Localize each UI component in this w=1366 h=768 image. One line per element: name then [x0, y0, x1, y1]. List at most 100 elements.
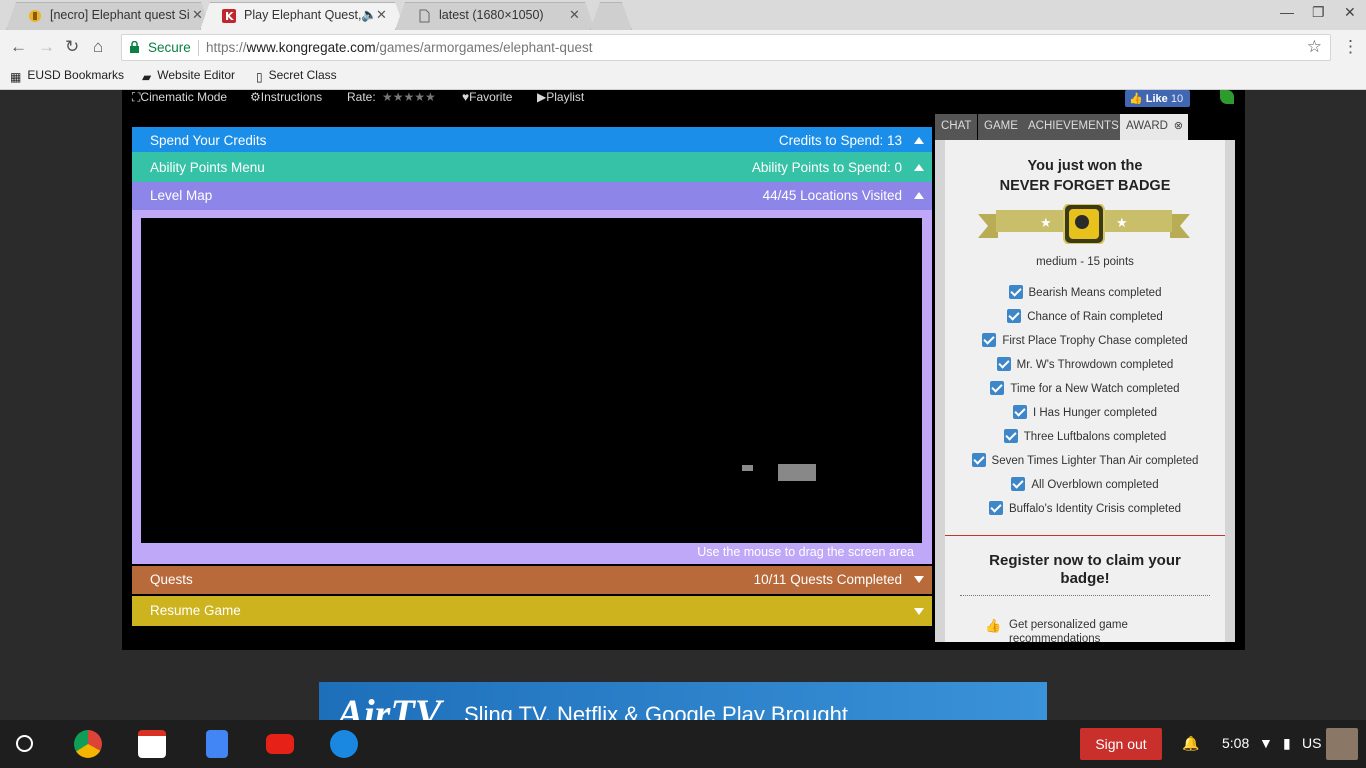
achievement-item: All Overblown completed: [945, 477, 1225, 491]
advertisement-banner[interactable]: AirTV Sling TV, Netflix & Google Play Br…: [319, 682, 1047, 720]
new-tab-button[interactable]: [590, 2, 632, 30]
cinematic-mode-link[interactable]: ⛶ Cinematic Mode: [132, 90, 227, 105]
address-bar[interactable]: Secure https://www.kongregate.com/games/…: [121, 34, 1331, 61]
battery-icon[interactable]: ▮: [1283, 735, 1291, 752]
rate-label: Rate:: [347, 90, 376, 104]
chrome-icon[interactable]: [74, 730, 102, 758]
bookmark-star-icon[interactable]: ☆: [1307, 37, 1322, 57]
quests-label: Quests: [150, 572, 193, 587]
favorite-link[interactable]: ♥ Favorite: [462, 90, 512, 104]
achievement-item: Three Luftbalons completed: [945, 429, 1225, 443]
side-panel: You just won the NEVER FORGET BADGE ★ ★ m…: [935, 140, 1235, 642]
checkbox-checked-icon: [1012, 405, 1027, 419]
tab-achievements[interactable]: ACHIEVEMENTS: [1022, 114, 1125, 140]
document-icon: [419, 9, 430, 23]
kongregate-leaf-icon: [1220, 90, 1234, 104]
expand-arrow-icon[interactable]: [914, 576, 924, 583]
ad-text: Sling TV, Netflix & Google Play Brought: [464, 702, 848, 720]
bookmark-eusd[interactable]: ▦ EUSD Bookmarks: [10, 68, 124, 84]
instructions-link[interactable]: ⚙ Instructions: [250, 90, 322, 104]
thumbs-up-icon: 👍: [985, 618, 1002, 633]
security-label: Secure: [148, 40, 191, 55]
bookmark-website-editor[interactable]: ▰ Website Editor: [142, 68, 235, 84]
map-section: Level Map 44/45 Locations Visited Use th…: [132, 182, 932, 564]
badge-ribbon-icon: ★ ★: [978, 204, 1190, 244]
tab-chat[interactable]: CHAT: [935, 114, 978, 140]
browser-tab-2[interactable]: K Play Elephant Quest, 🔈 ✕: [200, 2, 405, 30]
map-location-marker: [742, 465, 753, 471]
clock[interactable]: 5:08: [1222, 735, 1249, 751]
map-header[interactable]: Level Map 44/45 Locations Visited: [132, 182, 932, 210]
os-shelf: Sign out 🔔 5:08 ▼ ▮ US: [0, 720, 1366, 768]
achievement-item: Seven Times Lighter Than Air completed: [945, 453, 1225, 467]
checkbox-checked-icon: [1007, 309, 1022, 323]
folder-icon: ▰: [142, 70, 152, 84]
collapse-arrow-icon[interactable]: [914, 164, 924, 171]
map-label: Level Map: [150, 188, 213, 203]
avatar[interactable]: [1326, 728, 1358, 760]
award-panel: You just won the NEVER FORGET BADGE ★ ★ m…: [945, 140, 1225, 642]
svg-text:★: ★: [1116, 215, 1128, 230]
achievement-item: I Has Hunger completed: [945, 405, 1225, 419]
rating-stars[interactable]: ★★★★★: [382, 90, 436, 104]
notification-bell-icon[interactable]: 🔔: [1182, 735, 1199, 752]
checkbox-checked-icon: [988, 501, 1003, 515]
back-icon[interactable]: ←: [10, 37, 27, 57]
credits-label: Spend Your Credits: [150, 133, 267, 148]
speaker-icon[interactable]: 🔈: [361, 7, 377, 23]
checkbox-checked-icon: [982, 333, 997, 347]
close-tab-icon[interactable]: ✕: [569, 7, 580, 23]
credits-bar[interactable]: Spend Your Credits Credits to Spend: 13: [132, 127, 932, 152]
gmail-icon[interactable]: [138, 730, 166, 758]
close-window-icon[interactable]: ✕: [1344, 4, 1356, 21]
checkbox-checked-icon: [1008, 285, 1023, 299]
checkbox-checked-icon: [1011, 477, 1026, 491]
browser-tab-3[interactable]: latest (1680×1050) ✕: [395, 2, 595, 30]
award-title: You just won the NEVER FORGET BADGE: [999, 158, 1171, 194]
resume-bar[interactable]: Resume Game: [132, 596, 932, 626]
achievement-item: Chance of Rain completed: [945, 309, 1225, 323]
menu-icon[interactable]: ⋮: [1342, 37, 1359, 57]
youtube-icon[interactable]: [266, 734, 294, 754]
quests-bar[interactable]: Quests 10/11 Quests Completed: [132, 566, 932, 594]
collapse-arrow-icon[interactable]: [914, 192, 924, 199]
ability-bar[interactable]: Ability Points Menu Ability Points to Sp…: [132, 152, 932, 182]
credits-value: Credits to Spend: 13: [778, 133, 902, 148]
lock-icon: [130, 41, 139, 53]
resume-label: Resume Game: [150, 603, 241, 618]
bookmarks-bar: ▦ EUSD Bookmarks ▰ Website Editor ▯ Secret …: [0, 65, 1366, 90]
tab-title: Play Elephant Quest,: [244, 8, 362, 22]
locale-label[interactable]: US: [1302, 735, 1321, 751]
facebook-like-button[interactable]: 👍 Like 10: [1125, 90, 1190, 107]
page-icon: ▯: [256, 70, 263, 84]
url-text: https://www.kongregate.com/games/armorga…: [206, 40, 593, 55]
tab-award[interactable]: AWARD ⊗: [1120, 114, 1188, 140]
google-docs-icon[interactable]: [206, 730, 228, 758]
expand-arrow-icon[interactable]: [914, 608, 924, 615]
ad-logo: AirTV: [337, 691, 442, 720]
reload-icon[interactable]: ↻: [65, 37, 79, 57]
files-icon[interactable]: [330, 730, 358, 758]
minimize-icon[interactable]: —: [1280, 4, 1294, 20]
checkbox-checked-icon: [1003, 429, 1018, 443]
map-value: 44/45 Locations Visited: [762, 188, 902, 203]
tab-game[interactable]: GAME: [978, 114, 1024, 140]
sign-out-button[interactable]: Sign out: [1080, 728, 1162, 760]
forward-icon[interactable]: →: [38, 37, 55, 57]
maximize-icon[interactable]: ❐: [1312, 4, 1325, 21]
close-tab-icon[interactable]: ✕: [376, 7, 387, 23]
wifi-icon[interactable]: ▼: [1259, 735, 1273, 751]
register-prompt: Register now to claim your badge!: [989, 552, 1181, 587]
map-hint: Use the mouse to drag the screen area: [697, 545, 914, 559]
close-award-icon[interactable]: ⊗: [1174, 119, 1183, 132]
kongregate-k-icon: K: [222, 9, 236, 23]
achievement-item: Mr. W's Throwdown completed: [945, 357, 1225, 371]
level-map-view[interactable]: [141, 218, 922, 543]
browser-tab-1[interactable]: [necro] Elephant quest Si ✕: [6, 2, 211, 30]
playlist-link[interactable]: ▶ Playlist: [537, 90, 584, 104]
collapse-arrow-icon[interactable]: [914, 137, 924, 144]
home-icon[interactable]: ⌂: [93, 37, 103, 57]
checkbox-checked-icon: [996, 357, 1011, 371]
launcher-icon[interactable]: [16, 735, 33, 752]
bookmark-secret-class[interactable]: ▯ Secret Class: [256, 68, 337, 84]
